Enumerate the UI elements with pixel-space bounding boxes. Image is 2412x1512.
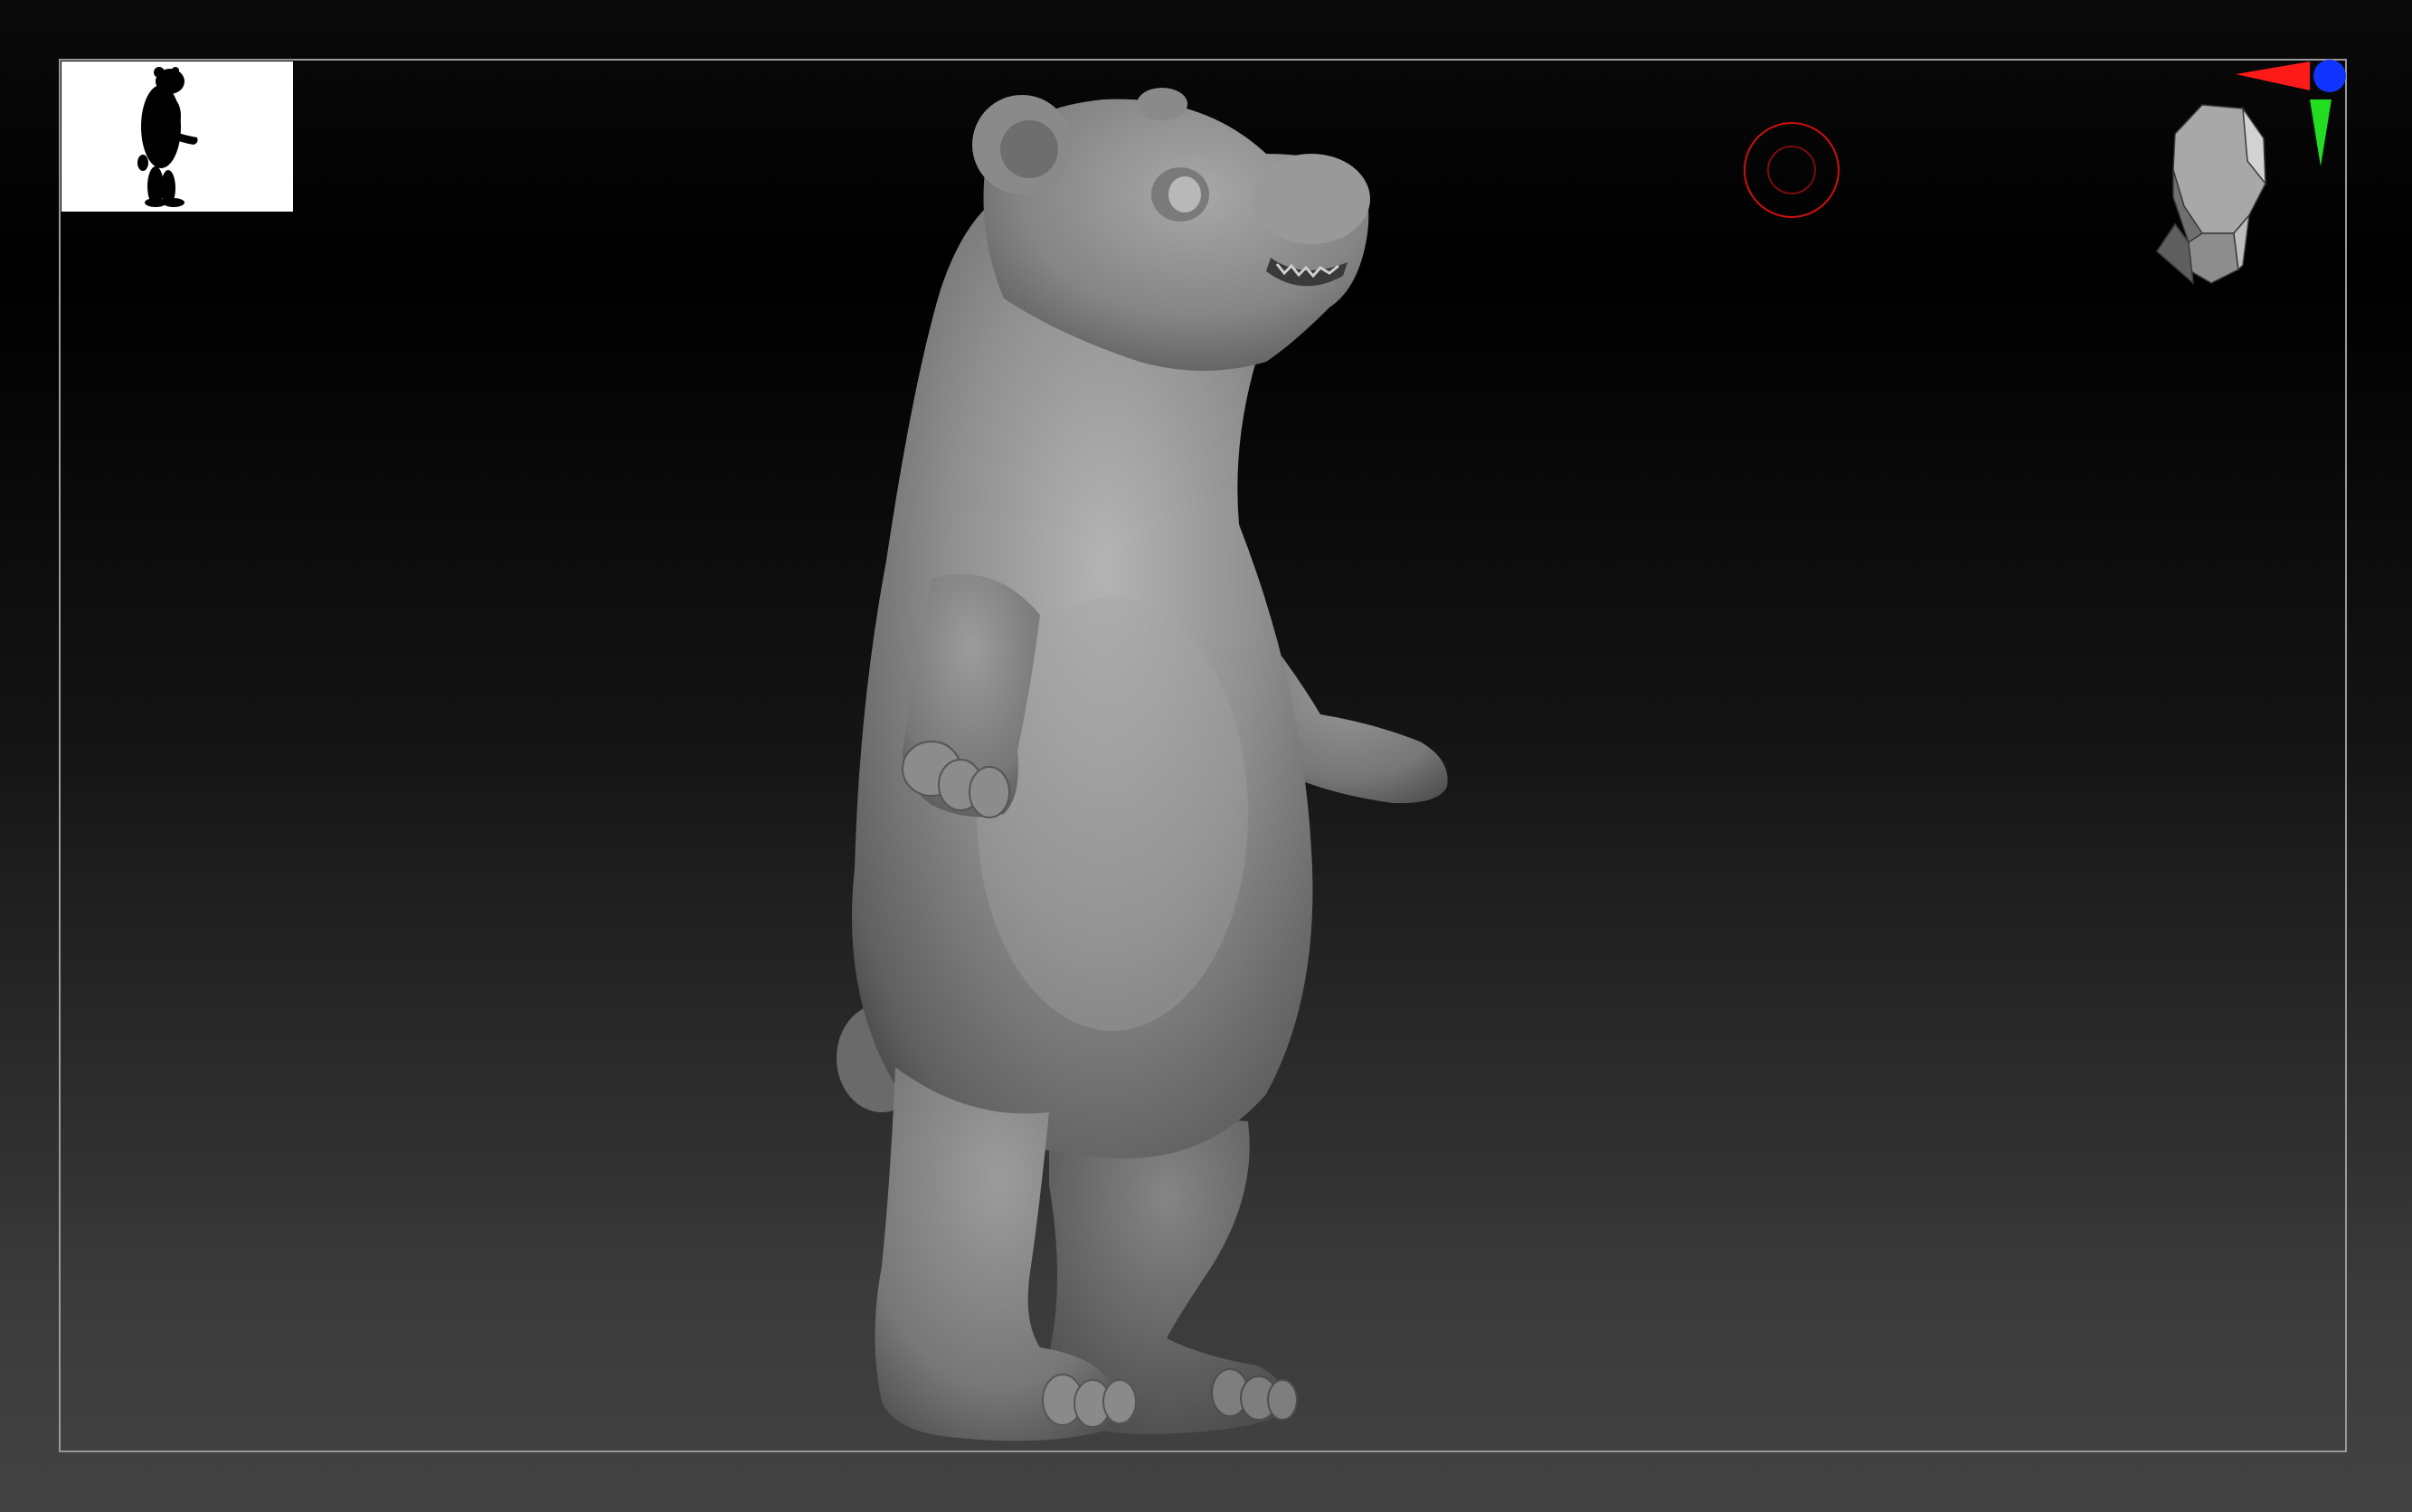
back-toes	[1211, 1368, 1298, 1421]
x-axis-arrow[interactable]	[2236, 61, 2310, 90]
y-axis-arrow[interactable]	[2310, 99, 2332, 166]
axis-gizmo[interactable]	[2236, 52, 2362, 170]
ear-right	[1137, 88, 1187, 120]
document-viewport[interactable]	[0, 0, 2412, 1512]
bear-sculpt[interactable]	[0, 0, 2412, 1512]
snout	[1253, 154, 1370, 244]
z-axis-dot[interactable]	[2313, 60, 2346, 92]
target-circle-icon	[1744, 122, 1840, 218]
front-toes	[1042, 1374, 1137, 1428]
eye	[1151, 167, 1209, 222]
ear-left	[972, 95, 1072, 194]
